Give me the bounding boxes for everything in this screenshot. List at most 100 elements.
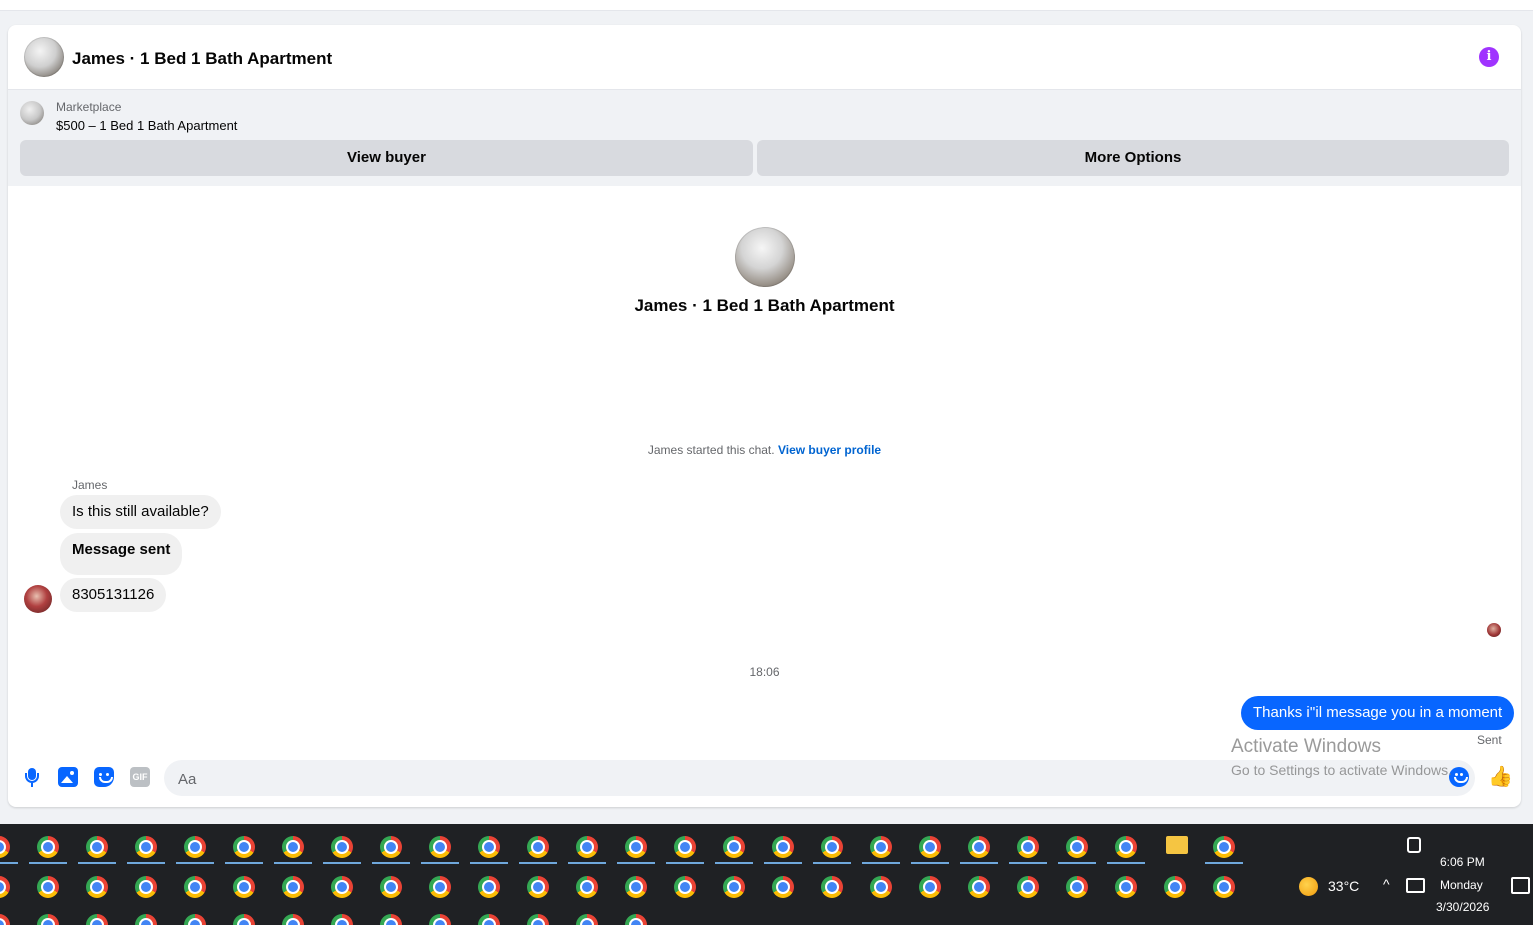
chrome-icon[interactable] — [968, 836, 990, 858]
chrome-icon[interactable] — [233, 836, 255, 858]
chrome-icon[interactable] — [625, 914, 647, 925]
chrome-icon[interactable] — [233, 876, 255, 898]
clock-day[interactable]: Monday — [1440, 878, 1483, 892]
chrome-icon[interactable] — [380, 914, 402, 925]
chrome-icon[interactable] — [919, 836, 941, 858]
info-icon[interactable]: i — [1479, 47, 1499, 67]
chrome-icon[interactable] — [135, 876, 157, 898]
microphone-icon[interactable] — [22, 767, 42, 787]
chrome-icon[interactable] — [135, 914, 157, 925]
chrome-icon[interactable] — [429, 836, 451, 858]
more-options-button[interactable]: More Options — [757, 140, 1509, 176]
chrome-icon[interactable] — [380, 836, 402, 858]
chrome-icon[interactable] — [86, 914, 108, 925]
chrome-icon[interactable] — [478, 914, 500, 925]
chrome-icon[interactable] — [1164, 876, 1186, 898]
chrome-icon[interactable] — [331, 914, 353, 925]
conversation-title[interactable]: James · 1 Bed 1 Bath Apartment — [72, 49, 332, 69]
view-buyer-button[interactable]: View buyer — [20, 140, 753, 176]
chrome-icon[interactable] — [380, 876, 402, 898]
chrome-icon[interactable] — [674, 836, 696, 858]
chrome-icon[interactable] — [429, 876, 451, 898]
chrome-icon[interactable] — [576, 836, 598, 858]
chrome-icon[interactable] — [870, 836, 892, 858]
chrome-icon[interactable] — [86, 876, 108, 898]
chrome-icon[interactable] — [37, 876, 59, 898]
chrome-icon[interactable] — [478, 836, 500, 858]
chrome-icon[interactable] — [527, 914, 549, 925]
chrome-icon[interactable] — [870, 876, 892, 898]
chrome-icon[interactable] — [723, 836, 745, 858]
taskbar-running-indicator — [911, 862, 949, 864]
chrome-icon[interactable] — [0, 876, 10, 898]
chrome-icon[interactable] — [625, 836, 647, 858]
chrome-icon[interactable] — [233, 914, 255, 925]
clock-date[interactable]: 3/30/2026 — [1436, 900, 1489, 914]
like-thumbs-up-icon[interactable]: 👍 — [1488, 766, 1513, 788]
chrome-icon[interactable] — [282, 876, 304, 898]
chrome-icon[interactable] — [772, 836, 794, 858]
chrome-icon[interactable] — [674, 876, 696, 898]
file-explorer-icon[interactable] — [1166, 836, 1188, 854]
conversation-header: James · 1 Bed 1 Bath Apartment i — [8, 25, 1521, 90]
chrome-icon[interactable] — [821, 876, 843, 898]
chrome-icon[interactable] — [1017, 836, 1039, 858]
chrome-icon[interactable] — [527, 836, 549, 858]
gif-icon[interactable]: GIF — [130, 767, 150, 787]
clock-time[interactable]: 6:06 PM — [1440, 855, 1485, 869]
emoji-icon[interactable] — [1449, 767, 1469, 787]
chrome-icon[interactable] — [37, 836, 59, 858]
chrome-icon[interactable] — [527, 876, 549, 898]
message-input[interactable] — [176, 760, 1440, 798]
chrome-icon[interactable] — [184, 876, 206, 898]
weather-sun-icon[interactable] — [1299, 877, 1318, 896]
chrome-icon[interactable] — [135, 836, 157, 858]
incoming-message[interactable]: Is this still available? — [60, 495, 221, 529]
incoming-message[interactable]: 8305131126 — [60, 578, 167, 612]
chrome-icon[interactable] — [331, 836, 353, 858]
chrome-icon[interactable] — [282, 836, 304, 858]
chrome-icon[interactable] — [1017, 876, 1039, 898]
network-icon[interactable] — [1406, 878, 1425, 893]
chrome-icon[interactable] — [1115, 836, 1137, 858]
chrome-icon[interactable] — [37, 914, 59, 925]
camera-icon[interactable] — [1407, 837, 1421, 853]
chrome-icon[interactable] — [282, 914, 304, 925]
message-thread[interactable]: James · 1 Bed 1 Bath Apartment James sta… — [8, 187, 1521, 747]
chrome-icon[interactable] — [184, 836, 206, 858]
chrome-icon[interactable] — [478, 876, 500, 898]
listing-price-title[interactable]: $500 – 1 Bed 1 Bath Apartment — [56, 118, 237, 133]
outgoing-message[interactable]: Thanks i''il message you in a moment — [1241, 696, 1515, 730]
sticker-icon[interactable] — [94, 767, 114, 787]
view-buyer-profile-link[interactable]: View buyer profile — [778, 443, 881, 457]
weather-temperature[interactable]: 33°C — [1328, 878, 1359, 894]
photo-icon[interactable] — [58, 767, 78, 787]
chrome-icon[interactable] — [0, 914, 10, 925]
sender-avatar[interactable] — [24, 585, 52, 613]
incoming-message[interactable]: Message sent — [60, 533, 183, 575]
chrome-icon[interactable] — [723, 876, 745, 898]
chrome-icon[interactable] — [1115, 876, 1137, 898]
chrome-icon[interactable] — [576, 914, 598, 925]
taskbar-running-indicator — [470, 862, 508, 864]
chrome-icon[interactable] — [0, 836, 10, 858]
taskbar-row-3 — [0, 912, 1260, 925]
chevron-up-icon[interactable]: ^ — [1383, 876, 1390, 892]
listing-avatar[interactable] — [24, 37, 64, 77]
chrome-icon[interactable] — [1066, 836, 1088, 858]
chrome-icon[interactable] — [1213, 836, 1235, 858]
notification-icon[interactable] — [1511, 877, 1530, 894]
chrome-icon[interactable] — [1066, 876, 1088, 898]
taskbar-running-indicator — [568, 862, 606, 864]
chrome-icon[interactable] — [429, 914, 451, 925]
chrome-icon[interactable] — [625, 876, 647, 898]
chrome-icon[interactable] — [1213, 876, 1235, 898]
chrome-icon[interactable] — [821, 836, 843, 858]
chrome-icon[interactable] — [86, 836, 108, 858]
chrome-icon[interactable] — [968, 876, 990, 898]
chrome-icon[interactable] — [576, 876, 598, 898]
chrome-icon[interactable] — [772, 876, 794, 898]
chrome-icon[interactable] — [184, 914, 206, 925]
chrome-icon[interactable] — [331, 876, 353, 898]
chrome-icon[interactable] — [919, 876, 941, 898]
